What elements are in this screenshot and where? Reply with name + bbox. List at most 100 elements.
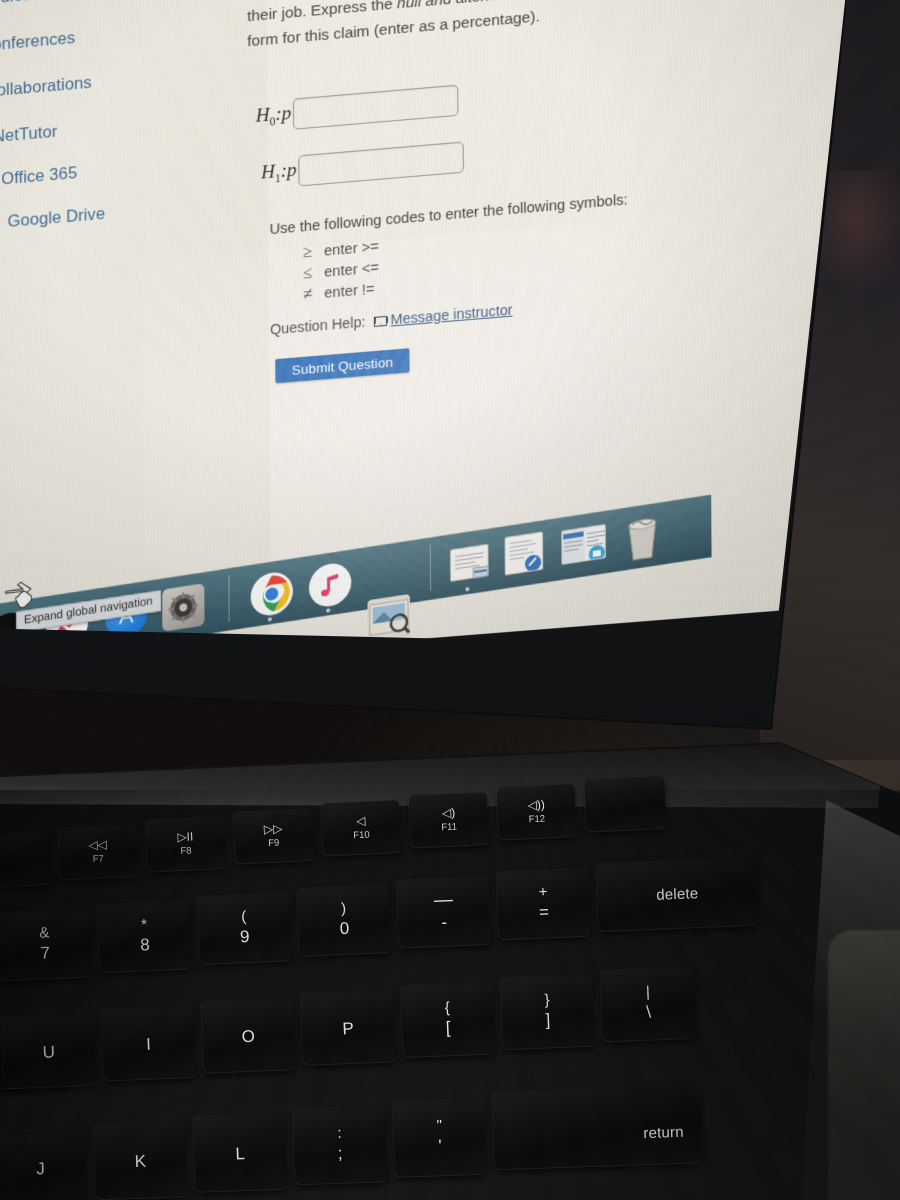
- key-0-base: 0: [339, 918, 350, 939]
- key-9-shift: (: [241, 908, 247, 926]
- music-icon[interactable]: [308, 560, 352, 610]
- document-3-icon[interactable]: [561, 523, 606, 565]
- document-1-icon[interactable]: [450, 543, 489, 582]
- key-backslash[interactable]: | \: [599, 965, 697, 1042]
- alt-hypothesis-label: H1:p: [261, 159, 297, 186]
- envelope-icon: [373, 315, 387, 327]
- key-hyphen[interactable]: — -: [396, 875, 492, 948]
- physical-keyboard: ◁◁ F7 ▷II F8 ▷▷ F9 ◁ F10 ◁) F11 ◁)) F12: [0, 776, 900, 1200]
- key-minus: -: [441, 912, 448, 933]
- null-hypothesis-label: H0:p: [256, 102, 292, 129]
- gear-icon: [166, 588, 200, 627]
- lte-instruction: enter <=: [324, 260, 380, 281]
- key-colon: :: [337, 1124, 342, 1143]
- key-7[interactable]: & 7: [0, 908, 93, 981]
- dock-separator: [228, 575, 230, 622]
- h-letter: H: [261, 161, 276, 184]
- doc-thumb-glyph-3: [562, 524, 606, 565]
- running-indicator-chrome: [267, 617, 272, 622]
- key-f10[interactable]: ◁ F10: [320, 800, 402, 856]
- key-double-quote: ": [436, 1117, 443, 1135]
- key-right-bracket[interactable]: } ]: [500, 973, 595, 1050]
- chrome-glyph: [251, 570, 293, 618]
- doc-thumb-glyph: [451, 544, 489, 582]
- key-right-bracket-label: ]: [545, 1010, 551, 1030]
- volume-up-icon: ◁)): [527, 797, 546, 813]
- lte-symbol: ≤: [302, 262, 313, 283]
- neq-symbol: ≠: [302, 283, 313, 304]
- neq-instruction: enter !=: [324, 281, 375, 302]
- key-i-label: I: [145, 1034, 152, 1054]
- play-pause-icon: ▷II: [177, 829, 194, 845]
- key-semicolon[interactable]: : ;: [292, 1105, 388, 1185]
- preview-icon[interactable]: [367, 594, 411, 643]
- key-equal: =: [538, 902, 550, 922]
- key-plus: +: [538, 883, 548, 901]
- rewind-icon: ◁◁: [88, 837, 108, 853]
- running-indicator-music: [326, 608, 331, 613]
- photo-scene: Modules Conferences Collaborations NetTu…: [0, 0, 900, 1200]
- key-o[interactable]: O: [200, 997, 296, 1073]
- key-j[interactable]: J: [0, 1127, 88, 1200]
- key-8[interactable]: * 8: [97, 900, 192, 973]
- key-p-label: P: [342, 1018, 355, 1039]
- key-power[interactable]: [584, 776, 667, 832]
- key-j-label: J: [35, 1158, 46, 1179]
- key-backslash-label: \: [645, 1002, 652, 1022]
- key-right-brace: }: [544, 991, 550, 1009]
- key-9[interactable]: ( 9: [196, 892, 292, 965]
- google-chrome-icon[interactable]: [250, 569, 294, 619]
- key-return-label: return: [643, 1123, 685, 1143]
- trash-glyph: [622, 511, 663, 564]
- doc-thumb-glyph-2: [505, 532, 544, 576]
- key-k-label: K: [134, 1151, 147, 1171]
- h-letter: H: [255, 104, 270, 127]
- key-pipe: |: [645, 983, 651, 1001]
- key-apostrophe: ': [438, 1136, 442, 1156]
- key-delete[interactable]: delete: [595, 856, 759, 932]
- key-8-base: 8: [139, 935, 151, 955]
- h-variable: :p: [275, 102, 292, 125]
- key-9-base: 9: [239, 927, 250, 947]
- key-k[interactable]: K: [93, 1120, 188, 1200]
- key-f8[interactable]: ▷II F8: [145, 816, 226, 872]
- key-return[interactable]: return: [492, 1084, 703, 1170]
- key-0-shift: ): [340, 900, 347, 918]
- laptop-screen: Modules Conferences Collaborations NetTu…: [0, 0, 848, 646]
- key-i[interactable]: I: [101, 1005, 196, 1081]
- trash-icon[interactable]: [622, 511, 663, 564]
- arrow-hand-cursor-icon: [5, 581, 33, 608]
- key-left-bracket-label: [: [445, 1018, 451, 1038]
- key-f11[interactable]: ◁) F11: [408, 792, 489, 848]
- h-variable: :p: [280, 159, 297, 182]
- key-underscore: —: [433, 889, 454, 912]
- key-left-brace: {: [444, 999, 451, 1017]
- system-preferences-icon[interactable]: [162, 583, 205, 632]
- key-l[interactable]: L: [192, 1112, 288, 1192]
- key-7-base: 7: [40, 943, 51, 963]
- palm-rest-highlight: [828, 930, 900, 1200]
- gte-instruction: enter >=: [324, 239, 379, 260]
- document-2-icon[interactable]: [504, 531, 544, 576]
- key-8-shift: *: [140, 916, 148, 934]
- expand-nav-cursor[interactable]: [4, 578, 38, 613]
- key-o-label: O: [241, 1026, 256, 1046]
- key-0[interactable]: ) 0: [296, 884, 392, 956]
- key-equals[interactable]: + =: [496, 867, 591, 940]
- key-semicolon-label: ;: [337, 1143, 343, 1164]
- dock-separator-2: [429, 544, 432, 591]
- volume-down-icon: ◁): [441, 805, 456, 821]
- key-l-label: L: [235, 1143, 246, 1164]
- key-p[interactable]: P: [300, 989, 396, 1065]
- key-f12[interactable]: ◁)) F12: [496, 784, 577, 840]
- key-u[interactable]: U: [1, 1012, 97, 1089]
- gte-symbol: ≥: [302, 241, 313, 262]
- key-7-shift: &: [39, 924, 50, 942]
- key-delete-label: delete: [655, 884, 699, 904]
- music-note-glyph: [321, 573, 339, 597]
- mute-icon: ◁: [355, 813, 366, 829]
- key-f9[interactable]: ▷▷ F9: [233, 808, 314, 864]
- key-quote[interactable]: " ': [392, 1097, 488, 1177]
- key-left-bracket[interactable]: { [: [400, 981, 496, 1058]
- photo-glyph: [368, 594, 411, 643]
